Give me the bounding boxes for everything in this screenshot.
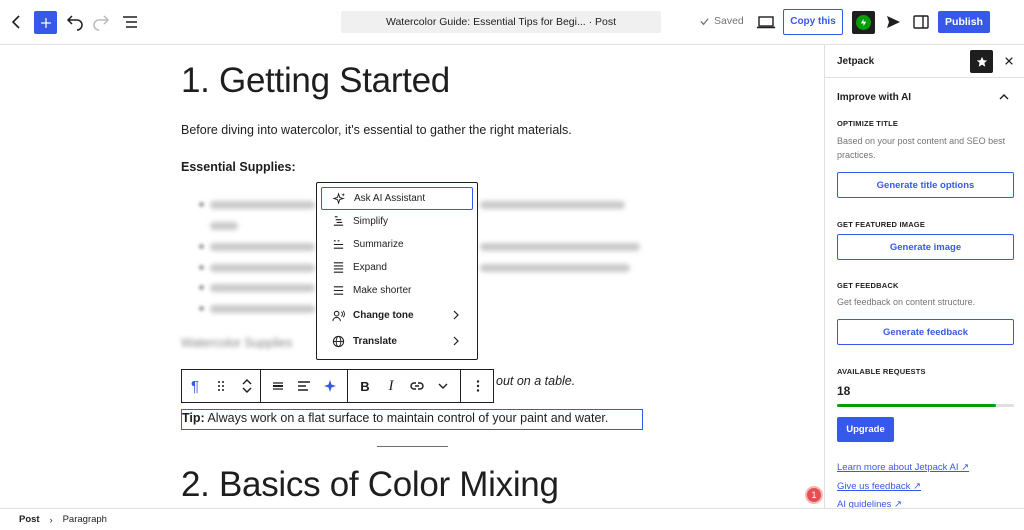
tip-paragraph[interactable]: Tip: Always work on a flat surface to ma…	[181, 409, 643, 430]
sparkle-icon	[332, 192, 346, 206]
alignment-group	[261, 370, 348, 402]
notification-badge[interactable]: 1	[805, 486, 823, 504]
jetpack-logo-icon	[856, 15, 871, 30]
tip-label: Tip:	[182, 411, 205, 425]
menu-label: Translate	[353, 336, 397, 347]
menu-summarize[interactable]: Summarize	[321, 233, 473, 256]
expand-icon	[331, 261, 345, 275]
document-overview-icon[interactable]	[118, 10, 142, 34]
optimize-title-desc: Based on your post content and SEO best …	[837, 136, 1006, 160]
menu-simplify[interactable]: Simplify	[321, 210, 473, 233]
menu-ask-ai-assistant[interactable]: Ask AI Assistant	[321, 187, 473, 210]
menu-expand[interactable]: Expand	[321, 256, 473, 279]
more-formats-chevron-icon[interactable]	[430, 370, 456, 402]
copy-this-button[interactable]: Copy this	[783, 9, 843, 35]
separator	[377, 446, 448, 447]
summarize-icon	[331, 238, 345, 252]
editor-app: Watercolor Guide: Essential Tips for Beg…	[0, 0, 1024, 530]
available-requests-label: AVAILABLE REQUESTS	[837, 367, 926, 376]
close-icon[interactable]	[1002, 54, 1016, 68]
menu-label: Simplify	[353, 216, 389, 227]
image-placeholder: Watercolor Supplies	[181, 336, 293, 350]
align-text-icon[interactable]	[291, 370, 317, 402]
heading-getting-started[interactable]: 1. Getting Started	[181, 61, 450, 101]
breadcrumb-paragraph[interactable]: Paragraph	[63, 514, 107, 525]
saved-label: Saved	[714, 15, 744, 27]
supplies-heading[interactable]: Essential Supplies:	[181, 160, 296, 174]
menu-change-tone[interactable]: Change tone	[321, 304, 473, 327]
requests-progress-bar	[837, 404, 1014, 407]
back-icon[interactable]	[5, 10, 29, 34]
jetpack-button[interactable]	[852, 11, 875, 34]
make-shorter-icon	[331, 284, 345, 298]
chevron-up-icon[interactable]	[998, 91, 1010, 103]
feedback-desc: Get feedback on content structure.	[837, 297, 976, 307]
star-icon[interactable]	[970, 50, 993, 73]
drag-handle-icon[interactable]	[208, 370, 234, 402]
menu-label: Expand	[353, 262, 387, 273]
tip-text: Always work on a flat surface to maintai…	[204, 411, 609, 425]
simplify-icon	[331, 215, 345, 229]
bold-icon[interactable]: B	[352, 370, 378, 402]
ai-guidelines-link[interactable]: AI guidelines ↗	[837, 499, 902, 508]
generate-title-options-button[interactable]: Generate title options	[837, 172, 1014, 198]
chevron-right-icon	[453, 310, 459, 320]
ai-sparkle-icon[interactable]	[317, 370, 343, 402]
menu-label: Summarize	[353, 239, 404, 250]
options-group	[461, 370, 495, 402]
globe-icon	[331, 335, 345, 349]
chevron-right-icon	[453, 336, 459, 346]
ai-assistant-menu: Ask AI Assistant Simplify Summarize Expa…	[316, 182, 478, 360]
tone-icon	[331, 309, 345, 323]
breadcrumb: Post › Paragraph	[0, 508, 1024, 530]
caption-fragment: out on a table.	[496, 374, 576, 388]
align-block-icon[interactable]	[265, 370, 291, 402]
publish-button[interactable]: Publish	[938, 11, 990, 33]
menu-label: Make shorter	[353, 285, 412, 296]
jetpack-sidebar: Jetpack Improve with AI OPTIMIZE TITLE B…	[824, 45, 1024, 508]
menu-label: Ask AI Assistant	[354, 193, 426, 204]
improve-with-ai-title[interactable]: Improve with AI	[837, 92, 911, 103]
generate-image-button[interactable]: Generate image	[837, 234, 1014, 260]
optimize-title-label: OPTIMIZE TITLE	[837, 119, 899, 128]
intro-paragraph[interactable]: Before diving into watercolor, it's esse…	[181, 123, 572, 137]
feedback-label: GET FEEDBACK	[837, 281, 899, 290]
move-up-down-icon[interactable]	[234, 370, 260, 402]
paragraph-icon[interactable]: ¶	[182, 370, 208, 402]
menu-label: Change tone	[353, 310, 414, 321]
menu-translate[interactable]: Translate	[321, 330, 473, 353]
requests-count: 18	[837, 384, 851, 398]
requests-progress-fill	[837, 404, 997, 407]
preview-desktop-icon[interactable]	[754, 10, 778, 34]
editor-canvas: 1. Getting Started Before diving into wa…	[0, 45, 824, 508]
breadcrumb-separator-icon: ›	[49, 514, 53, 525]
italic-icon[interactable]: I	[378, 370, 404, 402]
upgrade-button[interactable]: Upgrade	[837, 417, 894, 442]
sidebar-title: Jetpack	[837, 55, 875, 67]
generate-feedback-button[interactable]: Generate feedback	[837, 319, 1014, 345]
featured-image-label: GET FEATURED IMAGE	[837, 220, 926, 229]
block-toolbar: ¶ B I	[181, 369, 494, 403]
heading-color-mixing[interactable]: 2. Basics of Color Mixing	[181, 465, 559, 505]
undo-icon[interactable]	[62, 10, 86, 34]
breadcrumb-post[interactable]: Post	[19, 514, 40, 525]
add-block-button[interactable]	[34, 11, 57, 34]
saved-status: Saved	[699, 15, 744, 27]
link-icon[interactable]	[404, 370, 430, 402]
format-group: B I	[348, 370, 461, 402]
sidebar-header: Jetpack	[825, 45, 1024, 78]
document-title-bar[interactable]: Watercolor Guide: Essential Tips for Beg…	[341, 11, 661, 33]
redo-icon[interactable]	[90, 10, 114, 34]
learn-more-link[interactable]: Learn more about Jetpack AI ↗	[837, 462, 969, 473]
menu-make-shorter[interactable]: Make shorter	[321, 279, 473, 302]
send-icon[interactable]	[881, 10, 905, 34]
block-type-group: ¶	[182, 370, 261, 402]
give-feedback-link[interactable]: Give us feedback ↗	[837, 481, 921, 492]
top-toolbar: Watercolor Guide: Essential Tips for Beg…	[0, 0, 1024, 45]
more-options-icon[interactable]	[461, 370, 495, 402]
check-icon	[700, 17, 709, 25]
sidebar-toggle-icon[interactable]	[909, 10, 933, 34]
